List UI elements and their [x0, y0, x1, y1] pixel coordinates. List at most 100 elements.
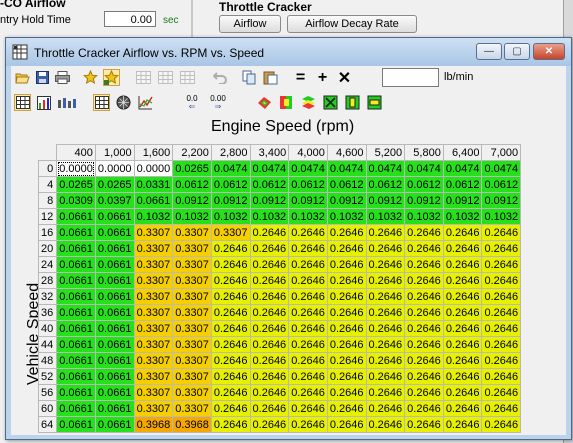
table-cell[interactable]: 0.2646: [442, 336, 483, 353]
table-cell[interactable]: 0.2646: [442, 400, 483, 417]
table-cell[interactable]: 0.2646: [288, 400, 328, 417]
table-cell[interactable]: 0.2646: [249, 224, 290, 241]
table-cell[interactable]: 0.2646: [404, 272, 444, 289]
window-titlebar[interactable]: Throttle Cracker Airflow vs. RPM vs. Spe…: [6, 38, 571, 66]
table-cell[interactable]: 0.2646: [365, 400, 406, 417]
decimal-more-icon[interactable]: 0.00 ⇒: [206, 94, 230, 111]
color-c-icon[interactable]: [300, 94, 317, 111]
airflow-decay-rate-button[interactable]: Airflow Decay Rate: [287, 15, 417, 33]
table-cell[interactable]: 0.0661: [94, 224, 135, 241]
table-cell[interactable]: 0.2646: [442, 304, 483, 321]
table-cell[interactable]: 0.2646: [404, 240, 444, 257]
table-cell[interactable]: 0.0661: [94, 208, 135, 225]
close-button[interactable]: ✕: [533, 43, 565, 60]
column-header-rpm[interactable]: 5,200: [365, 144, 406, 161]
table-cell[interactable]: 0.2646: [249, 400, 290, 417]
table-cell[interactable]: 0.2646: [326, 400, 367, 417]
table-cell[interactable]: 0.2646: [210, 288, 251, 305]
table-cell[interactable]: 0.2646: [365, 256, 406, 273]
table-cell[interactable]: 0.0661: [56, 224, 96, 241]
table-cell[interactable]: 0.0661: [94, 384, 135, 401]
table-cell[interactable]: 0.0612: [249, 176, 290, 193]
table-cell[interactable]: 0.2646: [442, 256, 483, 273]
table-cell[interactable]: 0.0912: [365, 192, 406, 209]
table-cell[interactable]: 0.0661: [56, 400, 96, 417]
table-cell[interactable]: 0.3307: [133, 368, 174, 385]
table-cell[interactable]: 0.2646: [442, 288, 483, 305]
table-cell[interactable]: 0.0265: [94, 176, 135, 193]
table-cell[interactable]: 0.0265: [172, 160, 212, 177]
table-cell[interactable]: 0.3307: [133, 352, 174, 369]
plus-icon[interactable]: +: [314, 69, 331, 86]
table-cell[interactable]: 0.0612: [288, 176, 328, 193]
table-cell[interactable]: 0.2646: [210, 400, 251, 417]
column-header-rpm[interactable]: 4,000: [288, 144, 328, 161]
table-cell[interactable]: 0.0661: [94, 416, 135, 433]
table-cell[interactable]: 0.0661: [56, 304, 96, 321]
column-header-rpm[interactable]: 2,200: [172, 144, 212, 161]
minimize-button[interactable]: —: [476, 43, 502, 60]
table-cell[interactable]: 0.2646: [210, 352, 251, 369]
table-cell[interactable]: 0.3307: [172, 304, 212, 321]
table-cell[interactable]: 0.0474: [326, 160, 367, 177]
table-cell[interactable]: 0.0661: [56, 240, 96, 257]
table-cell[interactable]: 0.2646: [249, 240, 290, 257]
table-cell[interactable]: 0.2646: [442, 416, 483, 433]
table-cell[interactable]: 0.1032: [133, 208, 174, 225]
table-cell[interactable]: 0.2646: [481, 416, 522, 433]
column-header-rpm[interactable]: 3,400: [249, 144, 290, 161]
undo-icon[interactable]: [212, 69, 229, 86]
table-cell[interactable]: 0.0309: [56, 192, 96, 209]
table-cell[interactable]: 0.2646: [442, 320, 483, 337]
color-e-icon[interactable]: [344, 94, 361, 111]
row-header-speed[interactable]: 52: [37, 368, 58, 385]
column-header-rpm[interactable]: 1,000: [94, 144, 135, 161]
table-cell[interactable]: 0.0661: [94, 352, 135, 369]
table-cell[interactable]: 0.2646: [365, 352, 406, 369]
table-cell[interactable]: 0.3307: [133, 336, 174, 353]
table-cell[interactable]: 0.3307: [210, 224, 251, 241]
table-cell[interactable]: 0.2646: [326, 240, 367, 257]
paste-icon[interactable]: [262, 69, 279, 86]
table-cell[interactable]: 0.3968: [172, 416, 212, 433]
open-icon[interactable]: [14, 69, 31, 86]
table-cell[interactable]: 0.0612: [365, 176, 406, 193]
table-cell[interactable]: 0.2646: [481, 272, 522, 289]
row-header-speed[interactable]: 36: [37, 304, 58, 321]
table-cell[interactable]: 0.2646: [481, 368, 522, 385]
column-header-rpm[interactable]: 1,600: [133, 144, 174, 161]
table-cell[interactable]: 0.0474: [365, 160, 406, 177]
table-cell[interactable]: 0.2646: [481, 240, 522, 257]
table-cell[interactable]: 0.1032: [442, 208, 483, 225]
bars-icon[interactable]: [56, 94, 78, 111]
table-cell[interactable]: 0.1032: [365, 208, 406, 225]
row-header-speed[interactable]: 32: [37, 288, 58, 305]
table-cell[interactable]: 0.0661: [56, 208, 96, 225]
table-cell[interactable]: 0.2646: [326, 272, 367, 289]
table-cell[interactable]: 0.2646: [365, 272, 406, 289]
table-cell[interactable]: 0.3307: [172, 352, 212, 369]
table-cell[interactable]: 0.3307: [172, 384, 212, 401]
column-header-rpm[interactable]: 2,800: [210, 144, 251, 161]
table-cell[interactable]: 0.2646: [326, 304, 367, 321]
table-cell[interactable]: 0.2646: [442, 240, 483, 257]
column-header-rpm[interactable]: 5,800: [404, 144, 444, 161]
scatter-icon[interactable]: [137, 94, 154, 111]
table-cell[interactable]: 0.2646: [210, 384, 251, 401]
airflow-button[interactable]: Airflow: [219, 15, 281, 33]
table-cell[interactable]: 0.0661: [94, 336, 135, 353]
table-cell[interactable]: 0.2646: [288, 320, 328, 337]
table-cell[interactable]: 0.2646: [404, 288, 444, 305]
entry-hold-time-input[interactable]: 0.00: [104, 11, 156, 27]
table-cell[interactable]: 0.0661: [56, 384, 96, 401]
grid-c-icon[interactable]: [179, 69, 196, 86]
table-view-icon[interactable]: [14, 94, 31, 111]
table-cell[interactable]: 0.3307: [133, 256, 174, 273]
table-cell[interactable]: 0.2646: [249, 272, 290, 289]
table-cell[interactable]: 0.2646: [481, 256, 522, 273]
table-cell[interactable]: 0.2646: [481, 400, 522, 417]
table-cell[interactable]: 0.0474: [442, 160, 483, 177]
table-cell[interactable]: 0.0661: [94, 288, 135, 305]
table-cell[interactable]: 0.2646: [481, 336, 522, 353]
table-cell[interactable]: 0.0912: [249, 192, 290, 209]
